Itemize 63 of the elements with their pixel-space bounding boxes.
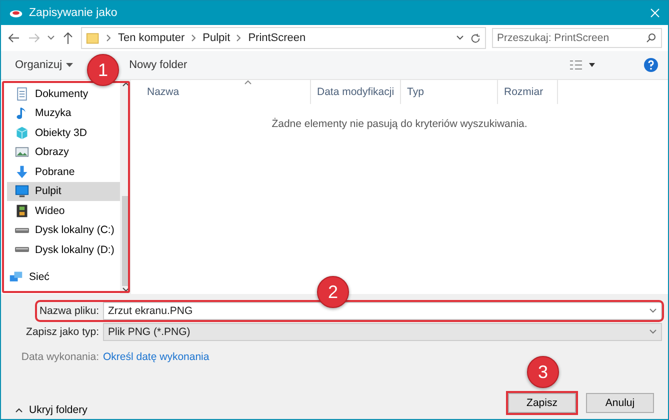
navigation-item[interactable]: Dysk lokalny (D:) bbox=[7, 240, 120, 260]
chevron-down-icon bbox=[649, 328, 657, 336]
field-label: Nazwa pliku: bbox=[38, 305, 100, 317]
breadcrumb[interactable]: Pulpit bbox=[202, 32, 230, 44]
help-icon[interactable] bbox=[644, 58, 658, 72]
column-header[interactable]: Nazwa bbox=[131, 80, 311, 104]
chevron-up-icon bbox=[15, 407, 23, 413]
navigation-item[interactable]: Obiekty 3D bbox=[7, 123, 120, 142]
field-label: Data wykonania: bbox=[20, 351, 100, 363]
refresh-icon[interactable] bbox=[470, 32, 481, 44]
hide-folders-button[interactable]: Ukryj foldery bbox=[9, 403, 94, 417]
film-icon bbox=[15, 204, 29, 218]
window-title: Zapisywanie jako bbox=[29, 7, 118, 19]
column-header[interactable]: Rozmiar bbox=[498, 80, 558, 104]
scrollbar[interactable] bbox=[120, 80, 131, 294]
chevron-down-icon[interactable] bbox=[649, 307, 657, 315]
navigation-item[interactable]: Pobrane bbox=[7, 162, 120, 182]
drive-icon bbox=[15, 247, 29, 252]
chevron-down-icon[interactable] bbox=[47, 34, 55, 42]
monitor-icon bbox=[15, 184, 29, 198]
chevron-right-icon bbox=[106, 34, 112, 42]
chevron-down-icon[interactable] bbox=[122, 286, 130, 294]
folder-icon bbox=[86, 31, 100, 45]
column-header[interactable]: Typ bbox=[401, 80, 498, 104]
navigation-item[interactable]: Dysk lokalny (C:) bbox=[7, 220, 120, 240]
navigation-item[interactable]: Muzyka bbox=[7, 104, 120, 123]
file-type-dropdown[interactable]: Plik PNG (*.PNG) bbox=[103, 323, 662, 341]
caret-icon bbox=[66, 62, 74, 68]
dialog-button[interactable]: Zapisz bbox=[508, 393, 576, 413]
view-options-icon[interactable] bbox=[570, 60, 596, 70]
network-icon bbox=[9, 270, 23, 284]
field-label: Zapisz jako typ: bbox=[25, 326, 100, 338]
breadcrumb[interactable]: Ten komputer bbox=[118, 32, 185, 44]
organize-button[interactable]: Organizuj bbox=[11, 57, 78, 73]
chevron-down-icon[interactable] bbox=[456, 34, 464, 42]
empty-message: Żadne elementy nie pasują do kryteriów wyszukiwania. bbox=[270, 118, 528, 130]
cube-icon bbox=[15, 126, 29, 140]
new-folder-button[interactable]: Nowy folder bbox=[125, 57, 192, 73]
breadcrumb[interactable]: PrintScreen bbox=[248, 32, 306, 44]
navigation-item[interactable]: Dokumenty bbox=[7, 84, 120, 104]
dialog-button[interactable]: Anuluj bbox=[586, 393, 654, 413]
chevron-up-icon[interactable] bbox=[122, 80, 130, 88]
up-arrow-icon[interactable] bbox=[61, 31, 75, 45]
navigation-item[interactable]: Pulpit bbox=[7, 182, 120, 201]
column-header[interactable]: Data modyfikacji bbox=[311, 80, 401, 104]
filename-field[interactable]: Zrzut ekranu.PNG bbox=[103, 302, 662, 320]
sort-caret-icon bbox=[244, 80, 252, 85]
navigation-item[interactable]: Wideo bbox=[7, 201, 120, 220]
back-arrow-icon[interactable] bbox=[7, 31, 21, 45]
search-icon bbox=[646, 33, 656, 43]
chevron-right-icon bbox=[190, 34, 197, 42]
drive-icon bbox=[15, 228, 29, 233]
document-icon bbox=[15, 86, 29, 101]
close-icon[interactable] bbox=[650, 8, 660, 18]
step-badge: 3 bbox=[527, 356, 559, 388]
navigation-item[interactable]: Obrazy bbox=[7, 142, 120, 162]
address-bar[interactable]: Ten komputer Pulpit PrintScreen bbox=[81, 27, 486, 49]
search-field[interactable]: Przeszukaj: PrintScreen bbox=[492, 28, 662, 48]
picture-frame-icon bbox=[15, 145, 29, 160]
down-arrow-icon bbox=[15, 164, 29, 179]
date-link[interactable]: Określ datę wykonania bbox=[103, 351, 210, 363]
navigation-item[interactable]: Sieć bbox=[7, 268, 120, 287]
chevron-right-icon bbox=[236, 34, 242, 42]
